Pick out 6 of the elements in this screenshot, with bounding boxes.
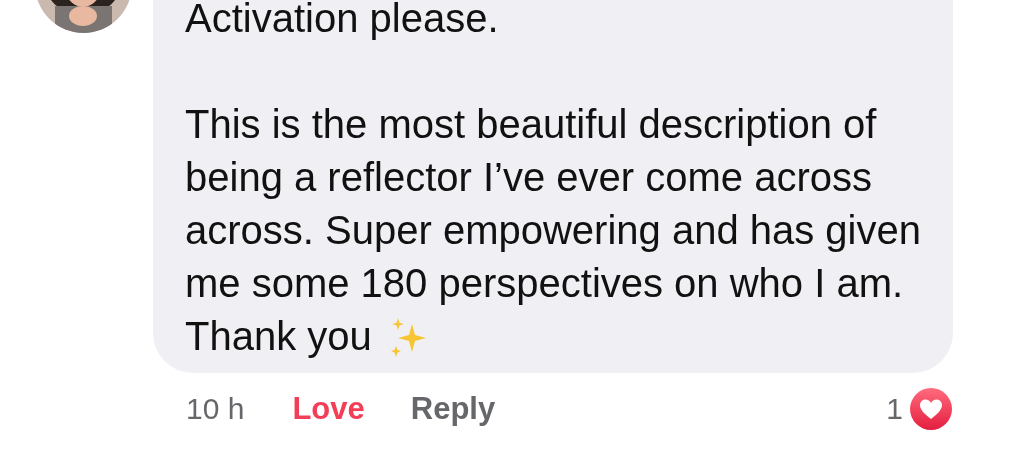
- comment-text: This is the most beautiful description of being a reflector I’ve ever come across across. Super empowering and has given me some 180 perspectives on who I am. Thank you: [185, 101, 921, 362]
- reaction-count: 1: [886, 392, 903, 426]
- love-link[interactable]: Love: [292, 391, 365, 427]
- reply-link[interactable]: Reply: [410, 391, 496, 427]
- comment-text: Activation please.: [185, 0, 500, 42]
- comment-time: 10 h: [186, 392, 245, 426]
